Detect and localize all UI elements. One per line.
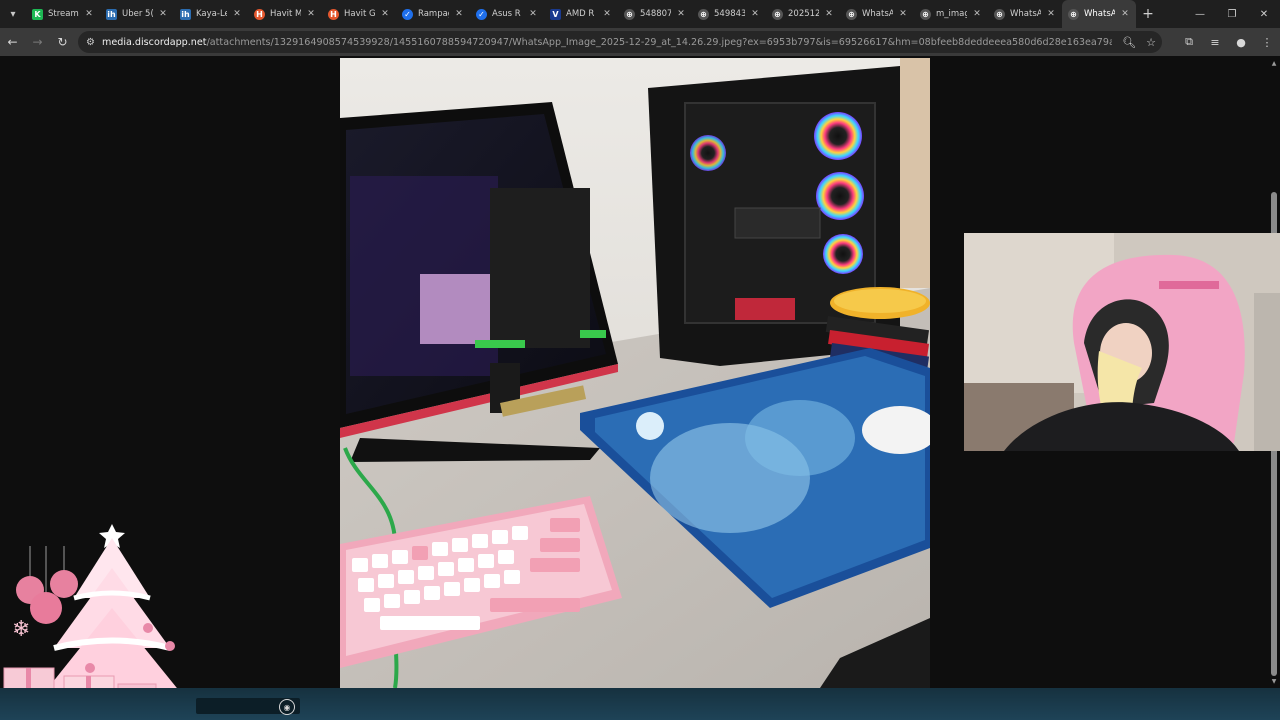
menu-kebab-icon[interactable]: ⋮	[1254, 28, 1280, 56]
scroll-up-arrow-icon[interactable]: ▲	[1270, 60, 1278, 68]
tab-2[interactable]: ih Kaya-Le ✕	[174, 0, 248, 28]
globe-icon: ⊕	[698, 8, 709, 20]
v-icon: V	[550, 8, 561, 20]
zoom-icon[interactable]: 🔍︎	[1122, 36, 1136, 49]
globe-icon: ⊕	[624, 8, 635, 20]
tab-close-icon[interactable]: ✕	[454, 9, 464, 19]
tab-9[interactable]: ⊕ 549843 ✕	[692, 0, 766, 28]
omnibox-actions: 🔍︎ ☆	[1122, 31, 1156, 53]
webcam-feed	[964, 233, 1280, 451]
tab-close-icon[interactable]: ✕	[676, 9, 686, 19]
media-control-icon[interactable]: ≡	[1202, 28, 1228, 56]
tab-title: WhatsA	[862, 9, 893, 19]
tab-title: Asus R	[492, 9, 521, 19]
tab-close-icon[interactable]: ✕	[232, 9, 242, 19]
tab-12[interactable]: ⊕ m_imag ✕	[914, 0, 988, 28]
tab-10[interactable]: ⊕ 202512 ✕	[766, 0, 840, 28]
address-bar[interactable]: ⚙ media.discordapp.net/attachments/13291…	[78, 31, 1162, 53]
circle-logo-icon[interactable]: ◉	[279, 699, 295, 715]
site-info-icon[interactable]: ⚙	[86, 37, 102, 48]
havit-icon: H	[254, 8, 265, 20]
tab-title: AMD R	[566, 9, 595, 19]
tab-strip: ▾ K Stream ✕ ih Uber 5(✕ ih Kaya-Le ✕ H Havit M ✕ H…	[0, 0, 1280, 28]
tab-title: Kaya-Le	[196, 9, 227, 19]
tab-title: 548807	[640, 9, 671, 19]
tab-title: Stream	[48, 9, 79, 19]
forward-icon[interactable]: →	[25, 28, 50, 56]
desk-setup-photo	[340, 58, 930, 688]
url-path: /attachments/1329164908574539928/1455160…	[206, 36, 1112, 48]
bottom-bar	[0, 688, 1280, 720]
ih-icon: ih	[106, 8, 117, 20]
tab-title: 202512	[788, 9, 819, 19]
tab-13[interactable]: ⊕ WhatsA ✕	[988, 0, 1062, 28]
restore-icon[interactable]: ❐	[1216, 0, 1248, 28]
toolbar: ← → ↻ ⚙ media.discordapp.net/attachments…	[0, 28, 1280, 56]
tab-11[interactable]: ⊕ WhatsA ✕	[840, 0, 914, 28]
new-tab-button[interactable]: +	[1136, 0, 1160, 28]
back-icon[interactable]: ←	[0, 28, 25, 56]
svg-text:❄: ❄	[12, 617, 30, 642]
globe-icon: ⊕	[994, 8, 1005, 20]
havit-icon: H	[328, 8, 339, 20]
profile-avatar-icon[interactable]: ●	[1228, 28, 1254, 56]
tab-close-icon[interactable]: ✕	[306, 9, 316, 19]
toolbar-actions: ⧉ ≡ ● ⋮	[1176, 28, 1280, 56]
globe-icon: ⊕	[920, 8, 931, 20]
displayed-image[interactable]	[340, 58, 930, 688]
check-icon: ✓	[402, 8, 413, 20]
tab-close-icon[interactable]: ✕	[602, 9, 612, 19]
tab-close-icon[interactable]: ✕	[750, 9, 760, 19]
check-icon: ✓	[476, 8, 487, 20]
globe-icon: ⊕	[1068, 8, 1079, 20]
tab-close-icon[interactable]: ✕	[824, 9, 834, 19]
ih-icon: ih	[180, 8, 191, 20]
tab-6[interactable]: ✓ Asus R ✕	[470, 0, 544, 28]
webcam-overlay	[964, 233, 1280, 451]
tab-4[interactable]: H Havit G ✕	[322, 0, 396, 28]
tab-title: Havit M	[270, 9, 301, 19]
tab-14[interactable]: ⊕ WhatsA ✕	[1062, 0, 1136, 28]
tab-7[interactable]: V AMD R ✕	[544, 0, 618, 28]
url-host: media.discordapp.net	[102, 36, 207, 48]
tab-close-icon[interactable]: ✕	[1046, 9, 1056, 19]
minimize-icon[interactable]: —	[1184, 0, 1216, 28]
browser-window: ▾ K Stream ✕ ih Uber 5(✕ ih Kaya-Le ✕ H Havit M ✕ H…	[0, 0, 1280, 720]
kick-icon: K	[32, 8, 43, 20]
tab-close-icon[interactable]: ✕	[380, 9, 390, 19]
reload-icon[interactable]: ↻	[50, 28, 75, 56]
globe-icon: ⊕	[846, 8, 857, 20]
tab-title: m_imag	[936, 9, 967, 19]
tab-1[interactable]: ih Uber 5( ✕	[100, 0, 174, 28]
tab-8[interactable]: ⊕ 548807 ✕	[618, 0, 692, 28]
extensions-icon[interactable]: ⧉	[1176, 28, 1202, 56]
tab-close-icon[interactable]: ✕	[898, 9, 908, 19]
tab-close-icon[interactable]: ✕	[158, 9, 168, 19]
tab-close-icon[interactable]: ✕	[84, 9, 94, 19]
tab-3[interactable]: H Havit M ✕	[248, 0, 322, 28]
tab-0[interactable]: K Stream ✕	[26, 0, 100, 28]
tab-list: K Stream ✕ ih Uber 5( ✕ ih Kaya-Le ✕ H Havit M ✕ H Ha…	[26, 0, 1136, 28]
tab-title: 549843	[714, 9, 745, 19]
tab-5[interactable]: ✓ Rampag ✕	[396, 0, 470, 28]
tab-title: WhatsA	[1010, 9, 1041, 19]
tab-title: Rampag	[418, 9, 449, 19]
bookmark-star-icon[interactable]: ☆	[1146, 36, 1156, 49]
tab-title: Havit G	[344, 9, 375, 19]
tab-search-chevron-icon[interactable]: ▾	[0, 0, 26, 28]
globe-icon: ⊕	[772, 8, 783, 20]
tab-title: WhatsA	[1084, 9, 1115, 19]
url-text[interactable]: media.discordapp.net/attachments/1329164…	[102, 37, 1112, 48]
tab-close-icon[interactable]: ✕	[1120, 9, 1130, 19]
scroll-down-arrow-icon[interactable]: ▼	[1270, 678, 1278, 686]
tab-close-icon[interactable]: ✕	[972, 9, 982, 19]
tab-title: Uber 5(	[122, 9, 153, 19]
tab-close-icon[interactable]: ✕	[528, 9, 538, 19]
window-controls: — ❐ ✕	[1184, 0, 1280, 28]
close-window-icon[interactable]: ✕	[1248, 0, 1280, 28]
